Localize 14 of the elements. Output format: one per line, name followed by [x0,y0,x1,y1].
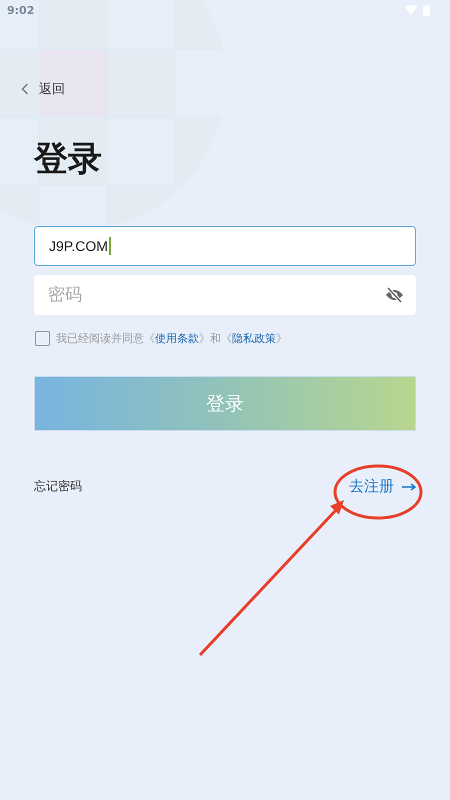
page-title: 登录 [34,139,103,179]
eye-icon[interactable] [385,287,404,303]
status-time: 9:02 [7,4,34,16]
password-field[interactable]: 密码 [34,275,416,315]
forgot-password-link[interactable]: 忘记密码 [34,478,82,495]
agreement-text: 我已经阅读并同意《使用条款》和《隐私政策》 [56,331,287,346]
agreement-checkbox[interactable] [35,331,50,346]
back-link[interactable]: 返回 [21,80,65,98]
username-field[interactable]: J9P.COM [34,226,416,266]
policy-link[interactable]: 隐私政策 [232,332,276,345]
back-label: 返回 [39,81,65,98]
arrow-icon [402,482,416,490]
policy-link[interactable]: 使用条款 [155,332,199,345]
back-icon [21,83,29,95]
